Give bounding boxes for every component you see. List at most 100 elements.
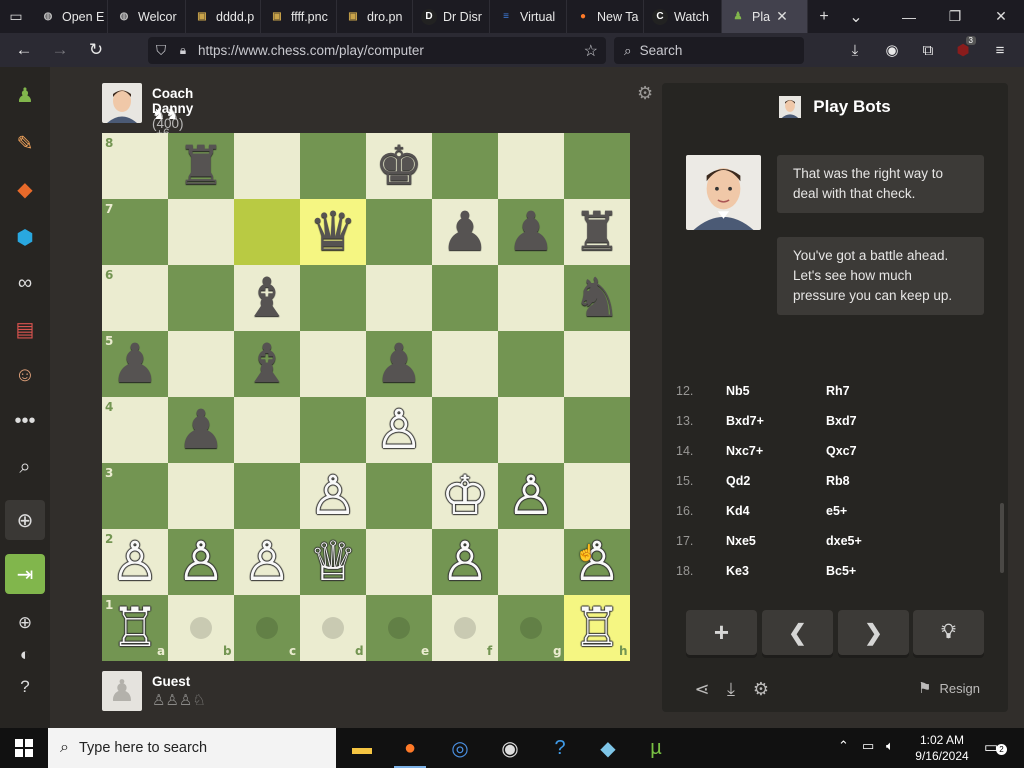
move-list-scrollbar[interactable] [1000,503,1004,573]
lessons-icon[interactable]: ⬢ [0,219,50,255]
square-b5[interactable] [168,331,234,397]
square-h4[interactable] [564,397,630,463]
obs-taskbar-icon[interactable]: ◉ [486,728,534,768]
white-move[interactable]: Nxe5 [726,534,756,548]
square-d6[interactable] [300,265,366,331]
white-move[interactable]: Nxc7+ [726,444,763,458]
url-text[interactable]: https://www.chess.com/play/computer [198,43,424,58]
browser-tab[interactable]: ♟ Pla ✕ [722,0,808,33]
start-button[interactable] [0,728,48,768]
square-f8[interactable] [432,133,498,199]
white-move[interactable]: Bxd7+ [726,414,764,428]
square-h8[interactable] [564,133,630,199]
white-piece-h2[interactable]: ♙ [564,529,630,595]
firefox-taskbar-icon[interactable]: ● [386,728,434,768]
square-f4[interactable] [432,397,498,463]
white-piece-a2[interactable]: ♙ [102,529,168,595]
black-move[interactable]: Bxd7 [826,414,857,428]
move-list[interactable]: 11.Ke3b4 12. Nb5 Rh7 13. Bxd7+ Bxd7 14. Nxc7+ Qxc… [662,355,1000,575]
browser-tab[interactable]: ▣ ffff.pnc [261,0,337,33]
settings-icon[interactable]: ⚙ [749,677,773,701]
chrome-taskbar-icon[interactable]: ◎ [436,728,484,768]
minimize-button[interactable]: — [886,0,932,33]
puzzles-icon[interactable]: ✎ [0,125,50,161]
browser-tab[interactable]: D Dr Disr [413,0,490,33]
move-row[interactable]: 18. Ke3 Bc5+ [662,556,1000,575]
white-move[interactable]: Kd4 [726,504,750,518]
watch-icon[interactable]: ∞ [0,265,50,301]
square-d4[interactable] [300,397,366,463]
taskbar-search[interactable]: ⌕ Type here to search [48,728,336,768]
notification-icon[interactable]: ▭ 2 [984,738,1007,756]
browser-tab[interactable]: ≡ Virtual [490,0,567,33]
help-icon[interactable]: ? [0,669,50,705]
black-piece-e5[interactable]: ♟ [366,331,432,397]
search-icon[interactable]: ⌕ [0,449,50,485]
square-e6[interactable] [366,265,432,331]
white-piece-f2[interactable]: ♙ [432,529,498,595]
black-piece-e8[interactable]: ♚ [366,133,432,199]
square-e2[interactable] [366,529,432,595]
black-piece-b8[interactable]: ♜ [168,133,234,199]
black-piece-c5[interactable]: ♝ [234,331,300,397]
black-piece-f7[interactable]: ♟ [432,199,498,265]
chevron-down-icon[interactable]: ⌄ [840,0,872,33]
move-row[interactable]: 13. Bxd7+ Bxd7 [662,406,1000,436]
move-hint-dot[interactable] [520,617,542,639]
taskbar-clock[interactable]: 1:02 AM 9/16/2024 [912,732,972,764]
move-row[interactable]: 16. Kd4 e5+ [662,496,1000,526]
move-row[interactable]: 17. Nxe5 dxe5+ [662,526,1000,556]
tab-list-icon[interactable]: ▭ [0,0,32,33]
browser-tab[interactable]: C Watch [644,0,722,33]
white-piece-b2[interactable]: ♙ [168,529,234,595]
forward-icon[interactable]: → [42,33,78,67]
move-hint-dot[interactable] [322,617,344,639]
utorrent-taskbar-icon[interactable]: µ [632,728,680,768]
back-icon[interactable]: ← [6,33,42,67]
black-piece-g7[interactable]: ♟ [498,199,564,265]
file-explorer-icon[interactable]: ▬ [338,728,386,768]
black-piece-h7[interactable]: ♜ [564,199,630,265]
browser-tab[interactable]: ◍ Open E [32,0,108,33]
share-icon[interactable]: ⋖ [690,677,714,701]
black-piece-b4[interactable]: ♟ [168,397,234,463]
download-icon[interactable]: ⤓ [840,33,870,67]
white-move[interactable]: Ke3 [726,564,749,575]
white-piece-d2[interactable]: ♕ [300,529,366,595]
browser-tab[interactable]: ◍ Welcor [108,0,186,33]
black-move[interactable]: Qxc7 [826,444,857,458]
square-c8[interactable] [234,133,300,199]
chess-board[interactable]: 8 7 6 5 4 3 2 1 a b c d e f g h ♜ ♚ ♛ ♟ ♟ ♜ ♝ ♞ ♟ ♝ ♟ ♟ ♙ ♙ ♔ ♙ ♙ ♙ ♙ ♕ ♙ ♙ ♖ ♖… [102,133,630,661]
extensions-icon[interactable]: ⧉ [913,33,943,67]
move-row[interactable]: 12. Nb5 Rh7 [662,376,1000,406]
download-pgn-icon[interactable]: ⤓ [719,677,743,701]
black-piece-h6[interactable]: ♞ [564,265,630,331]
move-row[interactable]: 14. Nxc7+ Qxc7 [662,436,1000,466]
square-b6[interactable] [168,265,234,331]
more-icon[interactable]: ••• [0,403,50,439]
search-bar[interactable]: ⌕ Search [614,37,804,64]
language-icon[interactable]: ⊕ [0,605,50,641]
url-bar[interactable]: ⛉ 🔒︎ https://www.chess.com/play/computer… [148,37,606,64]
reload-icon[interactable]: ↻ [78,33,114,67]
square-g4[interactable] [498,397,564,463]
black-move[interactable]: Bc5+ [826,564,856,575]
white-piece-e4[interactable]: ♙ [366,397,432,463]
lock-icon[interactable]: 🔒︎ [174,43,192,58]
social-icon[interactable]: ☺ [0,357,50,393]
black-move[interactable]: e5+ [826,504,847,518]
browser-tab[interactable]: ▣ dro.pn [337,0,413,33]
square-f5[interactable] [432,331,498,397]
square-g2[interactable] [498,529,564,595]
ublock-icon[interactable]: ⬢ 3 [948,33,978,67]
new-game-button[interactable]: + [686,610,757,655]
square-c4[interactable] [234,397,300,463]
black-move[interactable]: dxe5+ [826,534,862,548]
help-taskbar-icon[interactable]: ? [536,728,584,768]
next-move-button[interactable]: ❯ [838,610,909,655]
black-move[interactable]: Rb8 [826,474,850,488]
black-move[interactable]: Rh7 [826,384,850,398]
move-row[interactable]: 15. Qd2 Rb8 [662,466,1000,496]
browser-tab[interactable]: ● New Ta [567,0,644,33]
square-c3[interactable] [234,463,300,529]
